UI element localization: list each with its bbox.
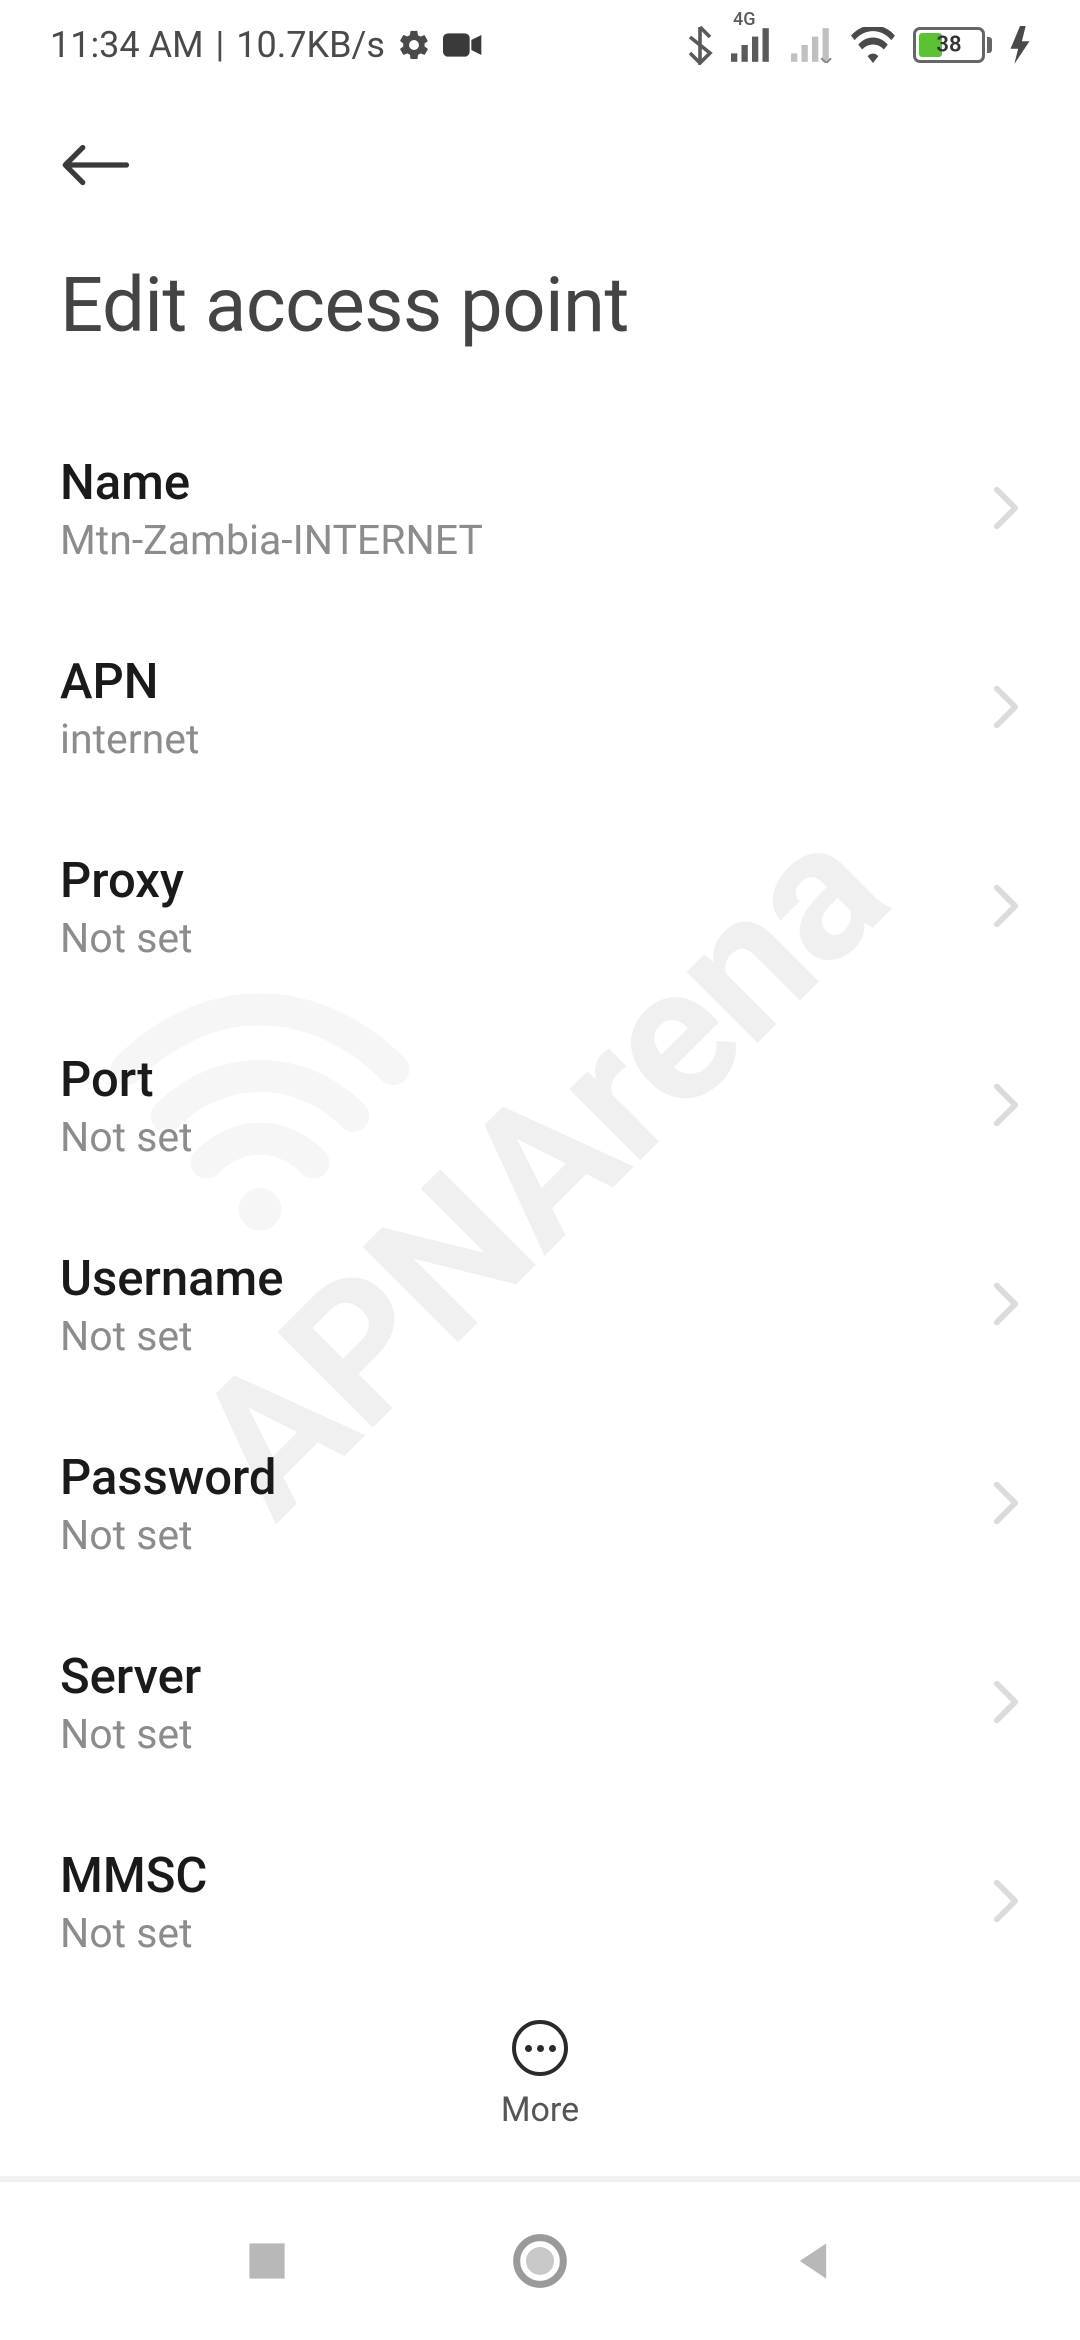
signal-no-sim-icon: ✕ bbox=[791, 27, 833, 63]
settings-list: Name Mtn-Zambia-INTERNET APN internet Pr… bbox=[0, 410, 1080, 2201]
setting-value: Mtn-Zambia-INTERNET bbox=[60, 517, 972, 565]
setting-label: Username bbox=[60, 1250, 972, 1307]
setting-label: Port bbox=[60, 1051, 972, 1108]
chevron-right-icon bbox=[992, 1878, 1020, 1928]
status-bar: 11:34 AM | 10.7KB/s 4G ✕ bbox=[0, 0, 1080, 90]
signal-4g-icon: 4G bbox=[731, 27, 773, 63]
setting-label: Server bbox=[60, 1648, 972, 1705]
chevron-right-icon bbox=[992, 1082, 1020, 1132]
setting-value: internet bbox=[60, 716, 972, 764]
setting-proxy[interactable]: Proxy Not set bbox=[60, 808, 1020, 1007]
chevron-right-icon bbox=[992, 1679, 1020, 1729]
setting-value: Not set bbox=[60, 1910, 972, 1958]
charging-icon bbox=[1010, 26, 1030, 64]
setting-apn[interactable]: APN internet bbox=[60, 609, 1020, 808]
chevron-right-icon bbox=[992, 1480, 1020, 1530]
setting-mmsc[interactable]: MMSC Not set bbox=[60, 1803, 1020, 2002]
setting-label: Password bbox=[60, 1449, 972, 1506]
nav-home-button[interactable] bbox=[510, 2231, 570, 2291]
more-label: More bbox=[501, 2090, 579, 2130]
chevron-right-icon bbox=[992, 883, 1020, 933]
setting-password[interactable]: Password Not set bbox=[60, 1405, 1020, 1604]
back-button[interactable] bbox=[60, 130, 130, 200]
navigation-bar bbox=[0, 2180, 1080, 2340]
more-icon bbox=[512, 2020, 568, 2076]
setting-name[interactable]: Name Mtn-Zambia-INTERNET bbox=[60, 410, 1020, 609]
chevron-right-icon bbox=[992, 1281, 1020, 1331]
setting-label: Name bbox=[60, 454, 972, 511]
status-time: 11:34 AM bbox=[50, 24, 204, 66]
setting-value: Not set bbox=[60, 1313, 972, 1361]
setting-value: Not set bbox=[60, 1114, 972, 1162]
bluetooth-icon bbox=[687, 25, 713, 65]
setting-value: Not set bbox=[60, 1711, 972, 1759]
setting-label: Proxy bbox=[60, 852, 972, 909]
chevron-right-icon bbox=[992, 485, 1020, 535]
setting-username[interactable]: Username Not set bbox=[60, 1206, 1020, 1405]
setting-label: MMSC bbox=[60, 1847, 972, 1904]
camera-icon bbox=[443, 30, 483, 60]
setting-value: Not set bbox=[60, 1512, 972, 1560]
nav-back-button[interactable] bbox=[783, 2231, 843, 2291]
battery-indicator: 38 bbox=[913, 27, 992, 63]
wifi-icon bbox=[851, 27, 895, 63]
chevron-right-icon bbox=[992, 684, 1020, 734]
gear-icon bbox=[397, 28, 431, 62]
action-bar: More bbox=[0, 1990, 1080, 2160]
nav-recents-button[interactable] bbox=[237, 2231, 297, 2291]
status-data-rate: 10.7KB/s bbox=[236, 24, 385, 66]
status-separator: | bbox=[216, 24, 225, 66]
page-title: Edit access point bbox=[0, 220, 1080, 410]
setting-server[interactable]: Server Not set bbox=[60, 1604, 1020, 1803]
setting-value: Not set bbox=[60, 915, 972, 963]
svg-text:✕: ✕ bbox=[818, 52, 833, 63]
more-button[interactable]: More bbox=[501, 2020, 579, 2130]
setting-port[interactable]: Port Not set bbox=[60, 1007, 1020, 1206]
setting-label: APN bbox=[60, 653, 972, 710]
